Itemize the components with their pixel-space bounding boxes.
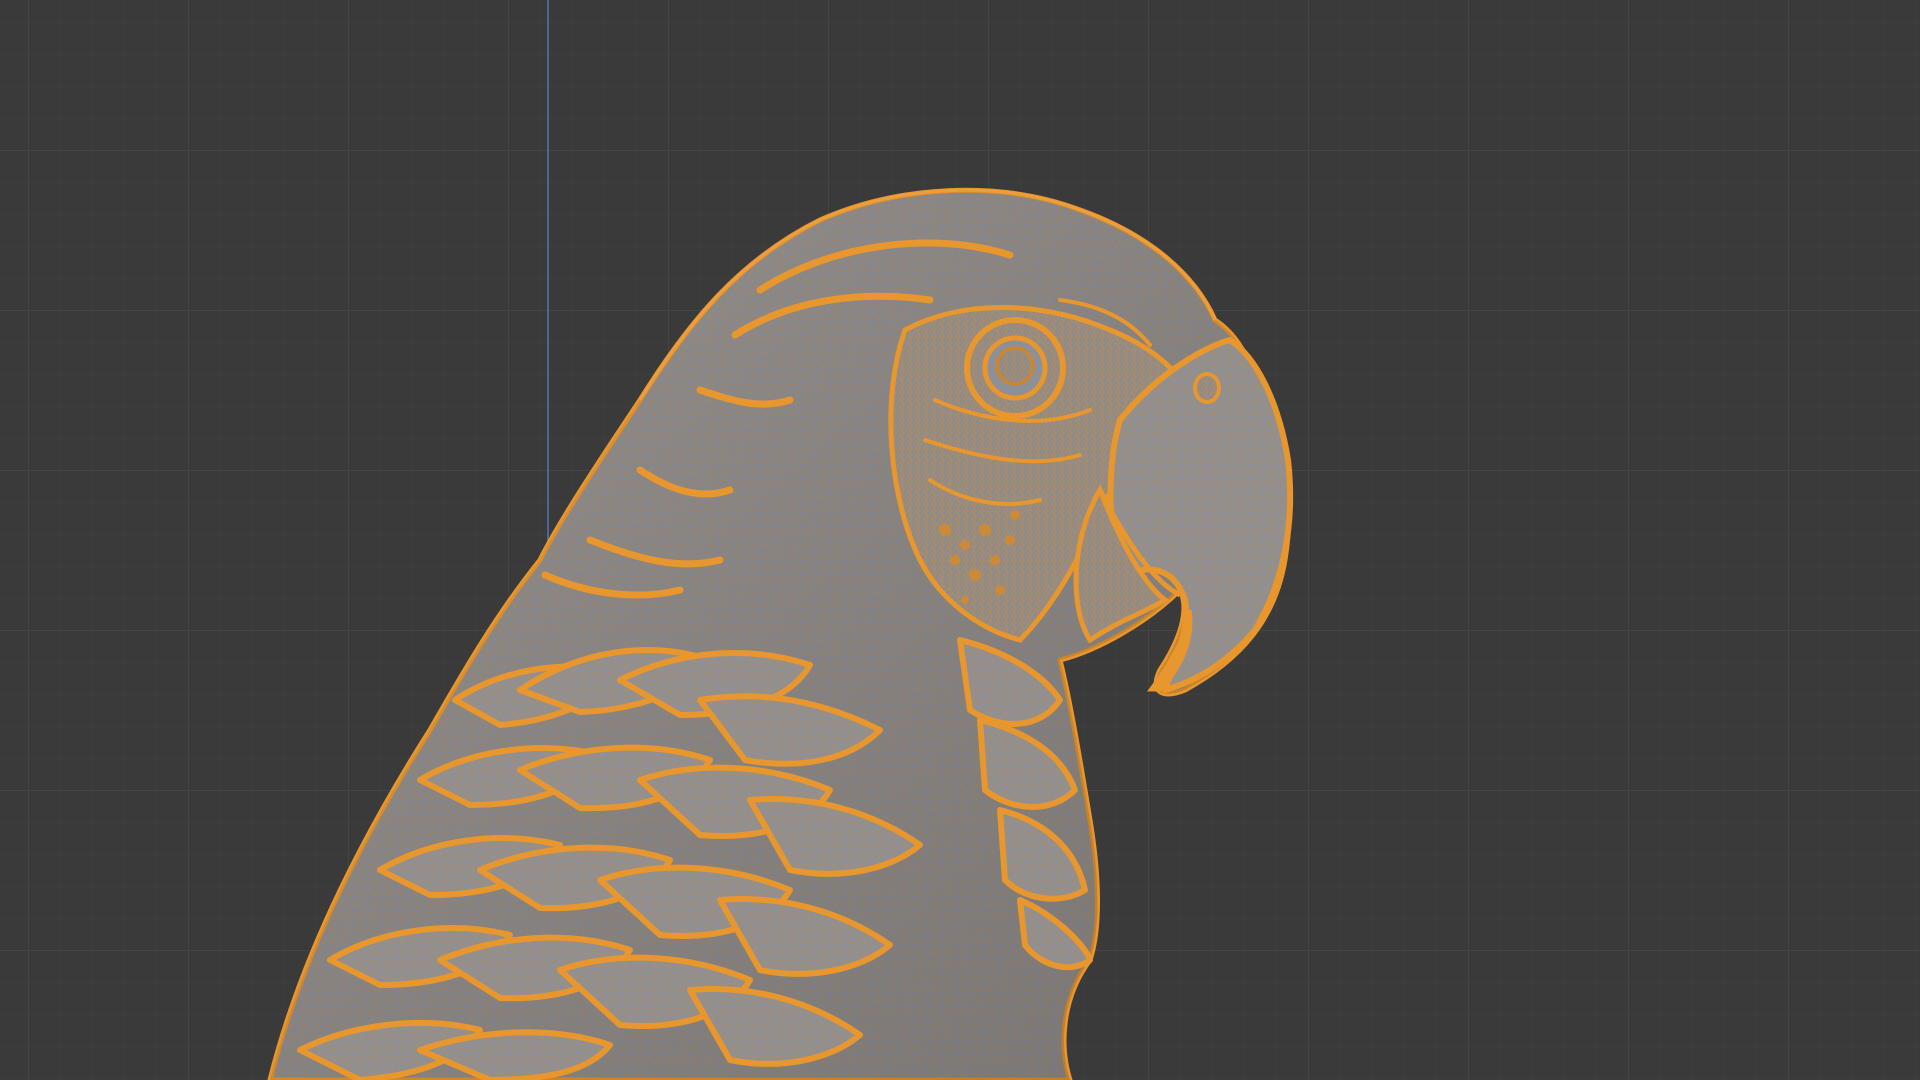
eye-icon	[964, 317, 1066, 419]
nostril	[1193, 372, 1221, 404]
3d-viewport[interactable]	[0, 0, 1920, 1080]
viewport-canvas[interactable]	[0, 0, 1920, 1080]
